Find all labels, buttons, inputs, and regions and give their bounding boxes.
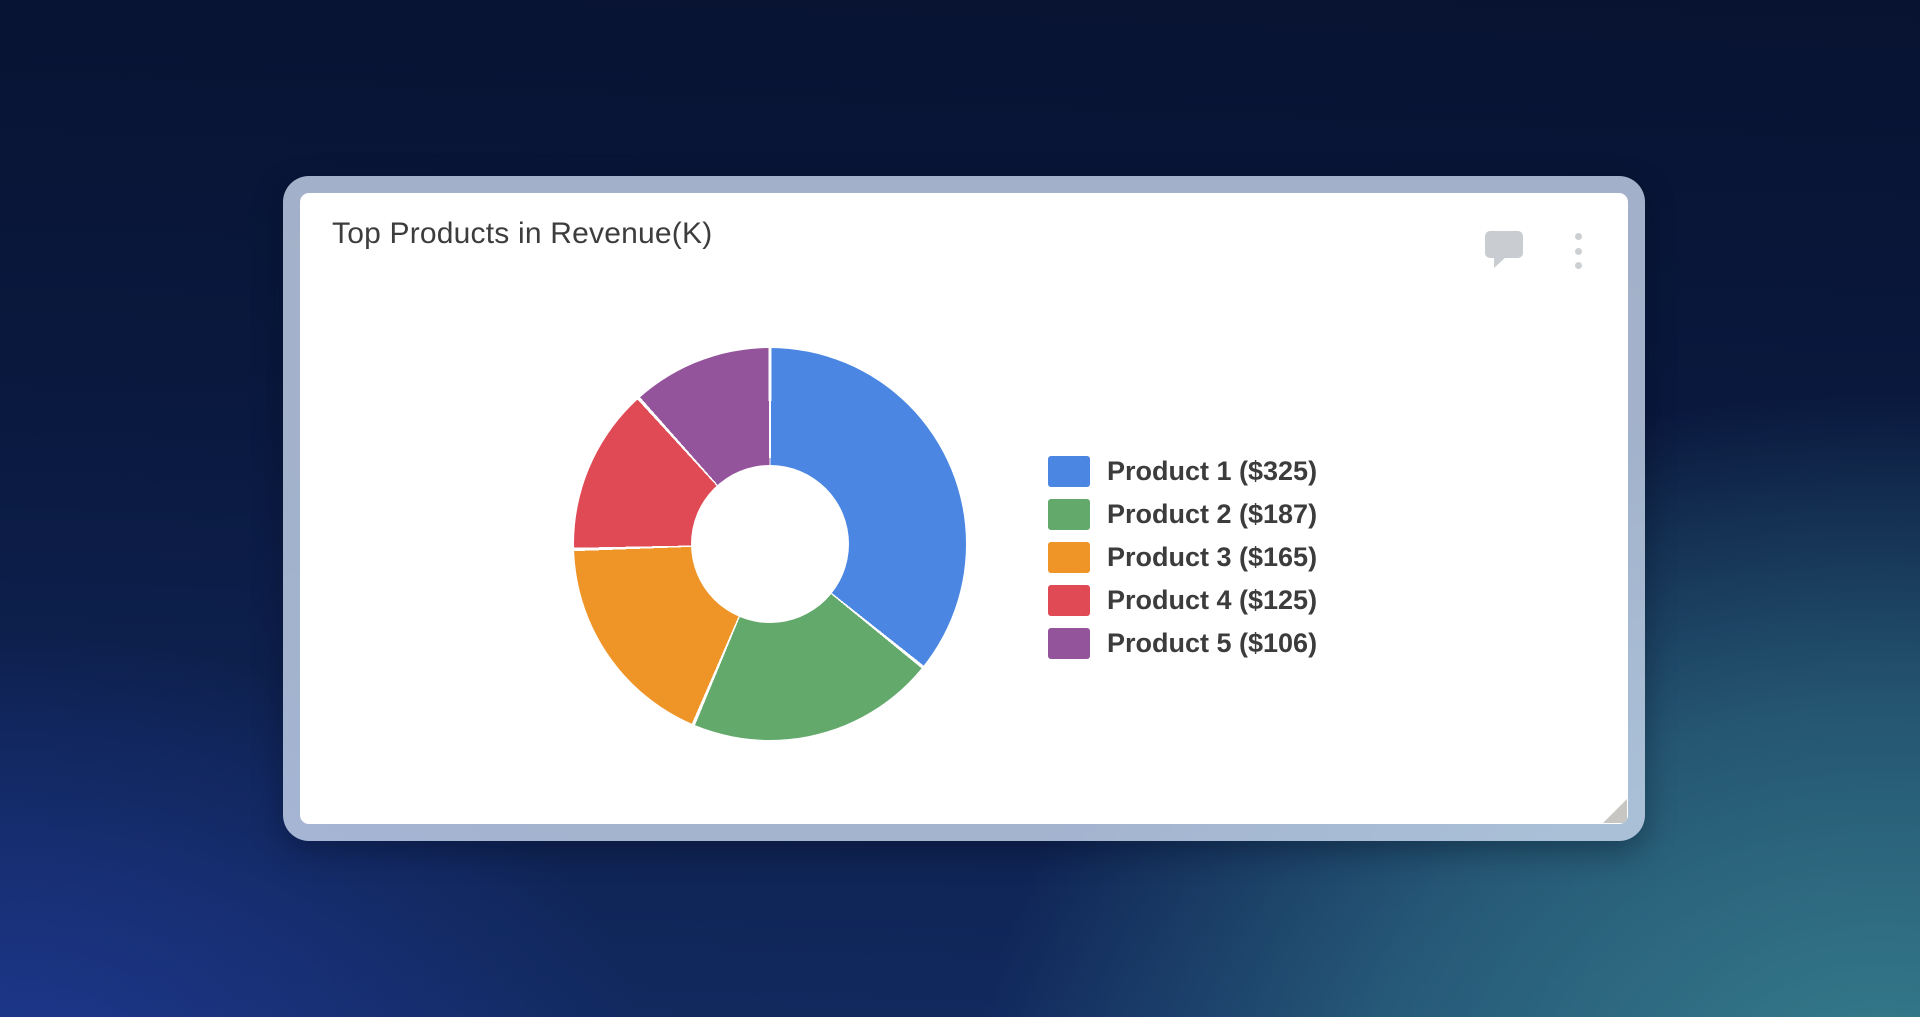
donut-hole — [691, 465, 849, 623]
legend-label: Product 4 ($125) — [1107, 585, 1317, 616]
resize-handle[interactable] — [1603, 799, 1627, 823]
legend-item[interactable]: Product 1 ($325) — [1048, 456, 1317, 487]
legend: Product 1 ($325) Product 2 ($187) Product … — [1048, 456, 1317, 659]
kebab-dot — [1575, 248, 1582, 255]
donut-chart[interactable] — [574, 348, 966, 740]
widget-card[interactable]: Top Products in Revenue(K) Product 1 ($3… — [283, 176, 1645, 841]
legend-swatch — [1048, 628, 1090, 659]
legend-swatch — [1048, 456, 1090, 487]
kebab-dot — [1575, 262, 1582, 269]
legend-swatch — [1048, 585, 1090, 616]
comment-icon[interactable] — [1485, 231, 1523, 258]
legend-swatch — [1048, 499, 1090, 530]
kebab-dot — [1575, 233, 1582, 240]
legend-item[interactable]: Product 4 ($125) — [1048, 585, 1317, 616]
legend-swatch — [1048, 542, 1090, 573]
legend-item[interactable]: Product 3 ($165) — [1048, 542, 1317, 573]
legend-item[interactable]: Product 5 ($106) — [1048, 628, 1317, 659]
legend-label: Product 3 ($165) — [1107, 542, 1317, 573]
widget-panel: Top Products in Revenue(K) Product 1 ($3… — [300, 193, 1628, 824]
legend-label: Product 2 ($187) — [1107, 499, 1317, 530]
legend-item[interactable]: Product 2 ($187) — [1048, 499, 1317, 530]
legend-label: Product 5 ($106) — [1107, 628, 1317, 659]
chart-title: Top Products in Revenue(K) — [332, 217, 712, 251]
legend-label: Product 1 ($325) — [1107, 456, 1317, 487]
more-options-icon[interactable] — [1568, 233, 1588, 269]
